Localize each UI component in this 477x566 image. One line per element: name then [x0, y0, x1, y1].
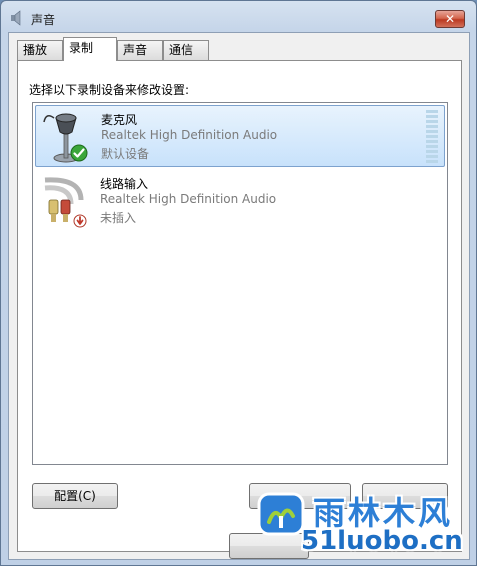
tab-recording[interactable]: 录制 [63, 37, 117, 61]
device-name: 线路输入 [100, 177, 149, 191]
watermark-logo-icon [257, 492, 305, 536]
watermark: 雨林木风 51luobo.cn [255, 486, 477, 566]
tab-sounds[interactable]: 声音 [117, 40, 163, 60]
unplugged-icon [73, 214, 87, 228]
configure-button[interactable]: 配置(C) [32, 483, 118, 509]
device-name: 麦克风 [101, 113, 138, 127]
device-line-in[interactable]: 线路输入 Realtek High Definition Audio 未插入 [35, 170, 445, 232]
default-check-icon [70, 144, 88, 162]
instruction-text: 选择以下录制设备来修改设置: [29, 83, 190, 97]
device-driver: Realtek High Definition Audio [101, 128, 278, 142]
device-status: 默认设备 [101, 147, 150, 161]
speaker-icon [11, 10, 21, 26]
tab-communications[interactable]: 通信 [163, 40, 209, 60]
dialog-client: 播放 录制 声音 通信 选择以下录制设备来修改设置: 麦克风 Realtek H… [8, 32, 470, 560]
tab-playback[interactable]: 播放 [17, 40, 63, 60]
window-title: 声音 [31, 13, 56, 27]
level-meter [426, 110, 438, 163]
sound-dialog: 声音 ✕ 播放 录制 声音 通信 选择以下录制设备来修改设置: 麦克风 Real… [0, 0, 477, 566]
device-microphone[interactable]: 麦克风 Realtek High Definition Audio 默认设备 [35, 105, 445, 167]
device-list[interactable]: 麦克风 Realtek High Definition Audio 默认设备 线… [32, 102, 448, 465]
close-button[interactable]: ✕ [435, 10, 465, 28]
title-bar: 声音 ✕ [1, 1, 476, 33]
device-status: 未插入 [100, 211, 137, 225]
watermark-url: 51luobo.cn [301, 526, 463, 556]
device-driver: Realtek High Definition Audio [100, 192, 277, 206]
